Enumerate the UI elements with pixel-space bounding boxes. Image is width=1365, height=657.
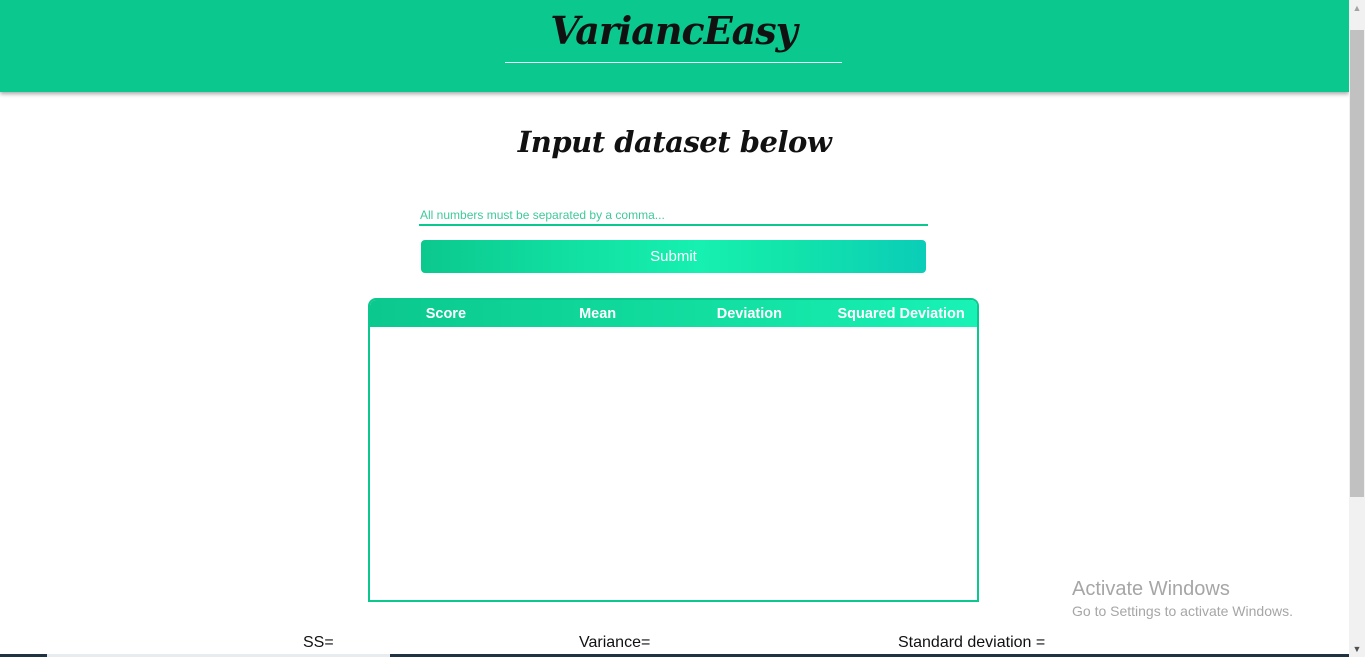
brand-logo[interactable]: VariancEasy <box>505 8 842 53</box>
submit-button[interactable]: Submit <box>421 240 926 273</box>
page-heading: Input dataset below <box>517 125 832 159</box>
chevron-up-icon[interactable]: ▲ <box>1349 0 1365 16</box>
column-header-squared-deviation: Squared Deviation <box>837 306 965 322</box>
ss-label: SS= <box>303 634 334 651</box>
results-table: Score Mean Deviation Squared Deviation <box>368 298 979 602</box>
vertical-scrollbar[interactable]: ▲ ▼ <box>1349 0 1365 657</box>
dataset-input[interactable] <box>419 205 928 226</box>
activate-windows-title: Activate Windows <box>1072 578 1230 600</box>
table-header: Score Mean Deviation Squared Deviation <box>370 300 977 327</box>
standard-deviation-label: Standard deviation = <box>898 634 1046 651</box>
site-header: VariancEasy <box>0 0 1349 92</box>
chevron-down-icon[interactable]: ▼ <box>1349 641 1365 657</box>
column-header-mean: Mean <box>579 306 617 322</box>
scrollbar-thumb[interactable] <box>1350 30 1364 497</box>
activate-windows-subtitle: Go to Settings to activate Windows. <box>1072 603 1293 619</box>
variance-label: Variance= <box>579 634 651 651</box>
column-header-deviation: Deviation <box>716 306 782 322</box>
column-header-score: Score <box>425 306 467 322</box>
brand-underline <box>505 62 842 63</box>
